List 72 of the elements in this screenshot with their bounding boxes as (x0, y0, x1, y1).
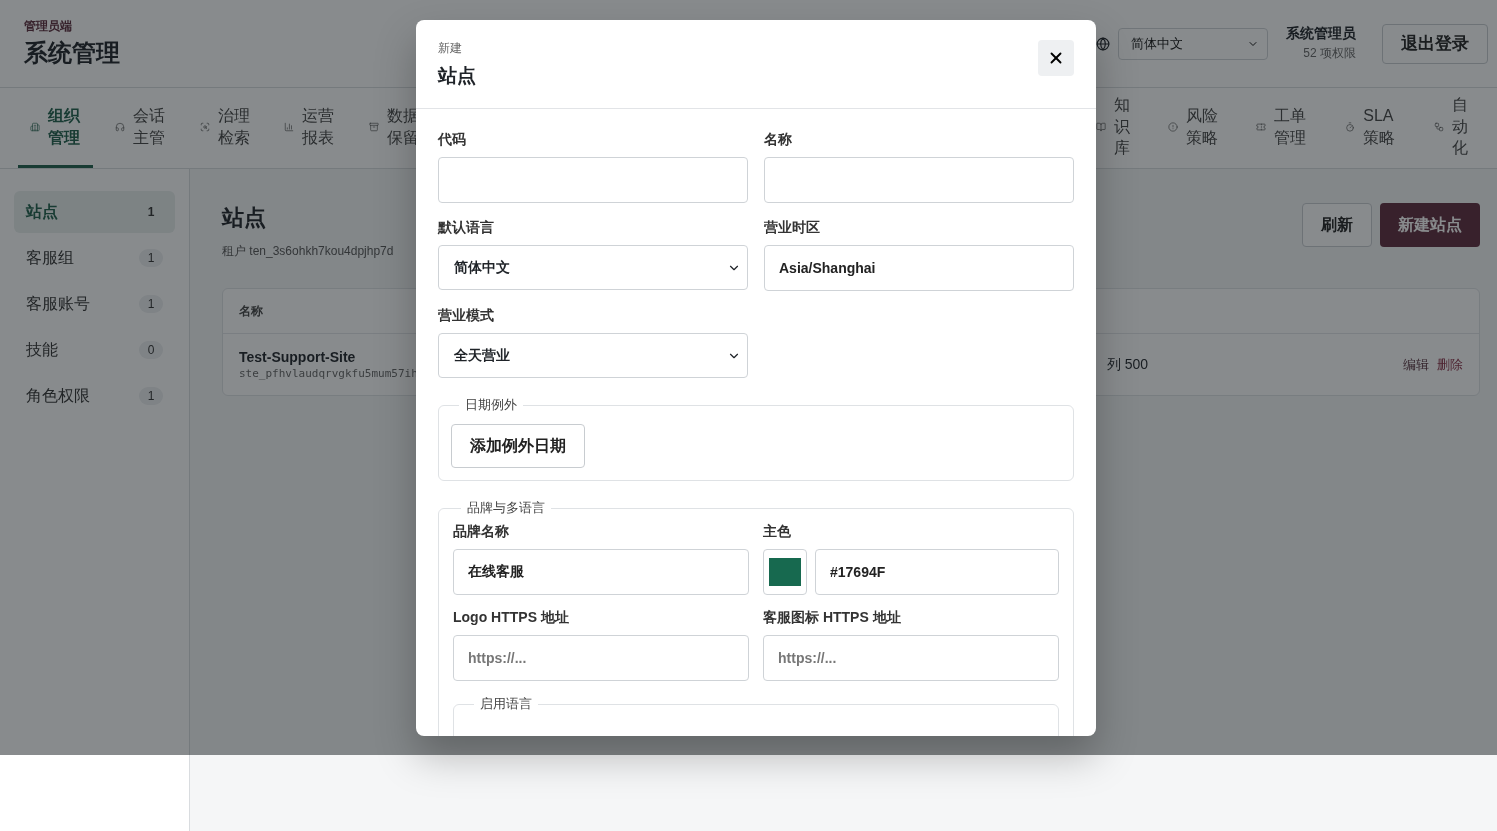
site-code: ste_pfhvlaudqrvgkfu5mum57ih (239, 367, 418, 380)
archive-icon (369, 121, 380, 132)
bar-chart-icon (284, 121, 295, 132)
logout-button[interactable]: 退出登录 (1382, 23, 1488, 64)
alert-icon (1167, 121, 1178, 132)
headphones-icon (114, 121, 125, 132)
nav-tab[interactable]: 运营报表 (272, 88, 348, 168)
dialog-title: 站点 (438, 65, 476, 86)
page-title: 站点 (222, 204, 267, 232)
color-field[interactable]: #17694F (815, 549, 1059, 595)
text-field[interactable]: https://... (763, 635, 1059, 681)
panel-legend: 日期例外 (459, 396, 523, 414)
tenant-id: 租户 ten_3s6ohkh7kou4dpjhp7d (222, 244, 394, 258)
sidebar-item[interactable]: 客服账号 1 (14, 283, 175, 325)
user-name: 系统管理员 (1286, 25, 1356, 43)
permission-count: 52 项权限 (1303, 45, 1356, 62)
language-select[interactable]: 简体中文 (1118, 27, 1268, 60)
timer-icon (1345, 121, 1356, 132)
ticket-icon (1256, 121, 1267, 132)
app-title: 系统管理 (24, 38, 120, 68)
add-date-button[interactable]: 添加例外日期 (451, 424, 585, 468)
item-count: 1 (139, 295, 163, 313)
panel-legend: 启用语言 (474, 695, 538, 713)
field-label: Logo HTTPS 地址 (453, 609, 570, 627)
dialog-eyebrow: 新建 (438, 40, 463, 57)
field-label: 营业时区 (764, 219, 821, 237)
sidebar-item[interactable]: 站点 1 (14, 191, 175, 233)
item-count: 1 (139, 387, 163, 405)
nav-tab[interactable]: 治理检索 (187, 88, 263, 168)
color-swatch (769, 558, 801, 586)
sidebar-item[interactable]: 技能 0 (14, 329, 175, 371)
refresh-button[interactable]: 刷新 (1302, 203, 1372, 247)
text-field[interactable] (764, 157, 1074, 203)
nav-tab[interactable]: 工单管理 (1244, 88, 1320, 168)
text-field[interactable]: https://... (453, 635, 749, 681)
field-label: 代码 (438, 131, 467, 149)
item-count: 1 (146, 204, 156, 221)
field-label: 客服图标 HTTPS 地址 (763, 609, 902, 627)
site-name: Test-Support-Site (239, 349, 357, 365)
field-label: 品牌名称 (453, 523, 510, 541)
item-count: 1 (139, 249, 163, 267)
nav-tab[interactable]: 风险策略 (1155, 88, 1231, 168)
item-count: 0 (139, 341, 163, 359)
delete-link[interactable]: 删除 (1437, 355, 1463, 374)
create-button[interactable]: 新建站点 (1380, 203, 1480, 247)
book-icon (1095, 121, 1106, 132)
edit-link[interactable]: 编辑 (1403, 355, 1429, 374)
globe-icon (1096, 36, 1110, 51)
panel-legend: 品牌与多语言 (461, 499, 551, 517)
nav-tab[interactable]: 知识库 (1083, 88, 1142, 168)
column-header: 名称 (239, 302, 263, 320)
building-icon (30, 121, 40, 132)
field-label: 营业模式 (438, 307, 495, 325)
sidebar-item[interactable]: 客服组 1 (14, 237, 175, 279)
text-field[interactable]: 在线客服 (453, 549, 749, 595)
header-eyebrow: 管理员端 (24, 18, 72, 35)
close-button[interactable] (1038, 40, 1074, 76)
nav-tab[interactable]: 会话主管 (102, 88, 178, 168)
text-field[interactable]: Asia/Shanghai (764, 245, 1074, 291)
nav-tab[interactable]: 自动化 (1422, 88, 1480, 168)
text-field[interactable] (438, 157, 748, 203)
nav-tab[interactable]: SLA策略 (1333, 88, 1408, 168)
sidebar-item[interactable]: 角色权限 1 (14, 375, 175, 417)
scan-icon (199, 121, 210, 132)
workflow-icon (1434, 121, 1444, 132)
select-field[interactable]: 简体中文 (438, 245, 748, 290)
color-picker[interactable] (763, 549, 807, 595)
table-cell: 列 500 (1106, 355, 1148, 374)
select-field[interactable]: 全天营业 (438, 333, 748, 378)
field-label: 主色 (763, 523, 792, 541)
field-label: 名称 (764, 131, 793, 149)
field-label: 默认语言 (438, 219, 495, 237)
